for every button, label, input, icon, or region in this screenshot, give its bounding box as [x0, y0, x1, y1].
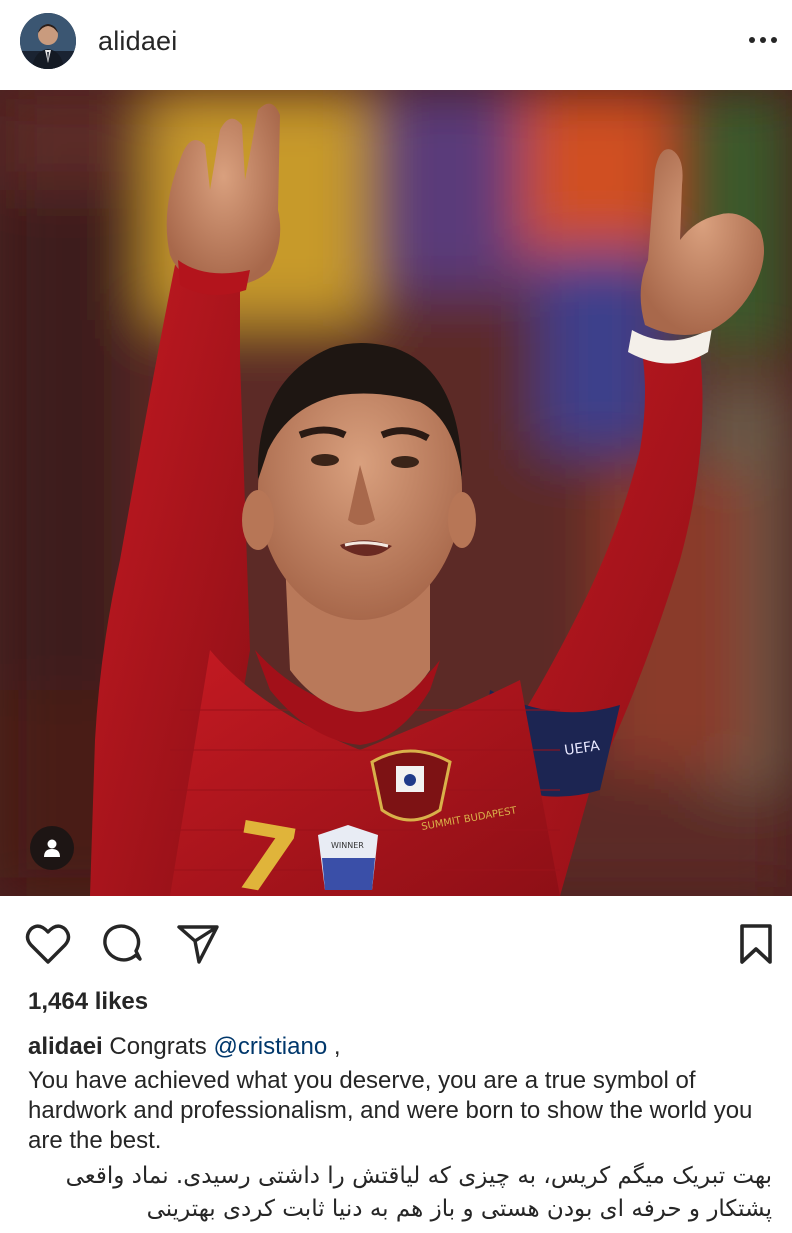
caption-persian: بهت تبریک میگم کریس، به چیزی که لیاقتش ر… [65, 1163, 772, 1222]
avatar[interactable] [20, 13, 76, 69]
caption-mention[interactable]: @cristiano [213, 1033, 327, 1060]
caption-username[interactable]: alidaei [28, 1033, 103, 1060]
caption-english: You have achieved what you deserve, you … [28, 1067, 753, 1154]
bookmark-icon[interactable] [732, 920, 780, 968]
comment-icon[interactable] [100, 920, 148, 968]
header-username[interactable]: alidaei [98, 26, 177, 57]
caption-after-mention: , [327, 1033, 341, 1060]
player-photo: UEFA SUMMIT BUDAPEST WINNER 7 [0, 90, 792, 896]
caption-first-line: alidaei Congrats @cristiano , [28, 1032, 776, 1062]
share-icon[interactable] [174, 920, 222, 968]
winner-badge-text: WINNER [331, 841, 364, 850]
post-actions [0, 910, 792, 974]
user-tag-icon[interactable] [30, 826, 74, 870]
likes-count[interactable]: 1,464 likes [28, 988, 148, 1016]
caption-lead: Congrats [109, 1033, 207, 1060]
post-header: alidaei [0, 0, 792, 90]
avatar-image [20, 13, 76, 69]
more-options-icon[interactable] [744, 28, 784, 52]
post-photo[interactable]: UEFA SUMMIT BUDAPEST WINNER 7 [0, 90, 792, 896]
heart-icon[interactable] [24, 920, 72, 968]
